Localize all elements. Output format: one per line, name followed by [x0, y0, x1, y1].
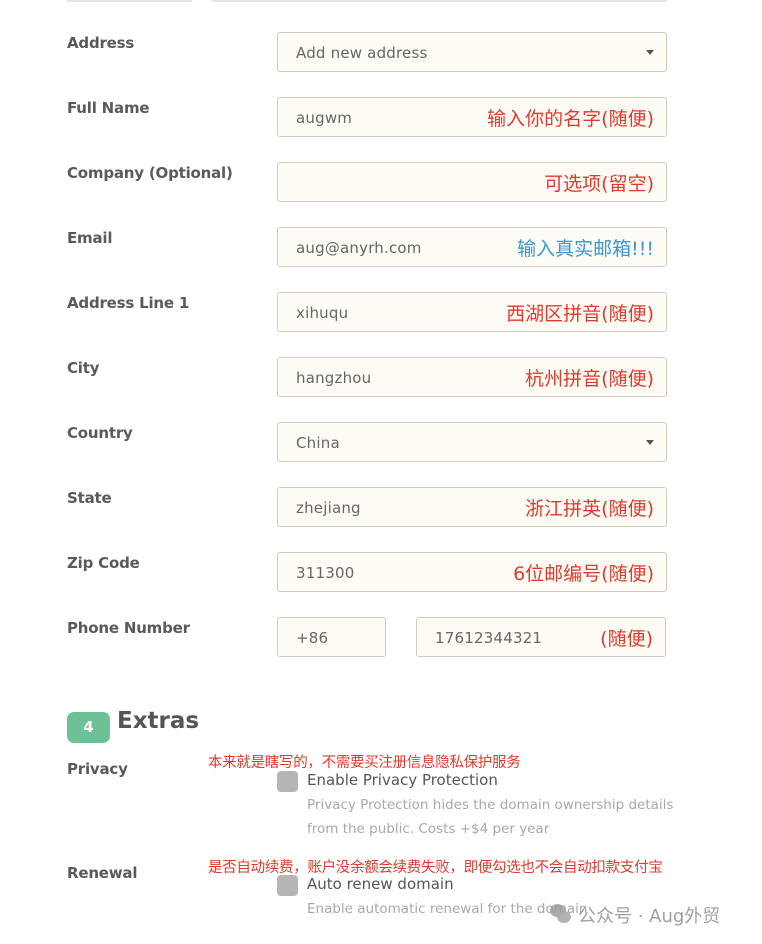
- phone-number-value: 17612344321: [435, 629, 543, 647]
- email-input[interactable]: aug@anyrh.com 输入真实邮箱!!!: [277, 227, 667, 267]
- chevron-down-icon: [646, 50, 654, 55]
- section-title: Extras: [117, 708, 200, 734]
- tab-edge-left: [67, 0, 192, 2]
- state-value: zhejiang: [296, 499, 361, 517]
- state-label: State: [67, 489, 112, 507]
- full-name-value: augwm: [296, 109, 353, 127]
- city-annotation: 杭州拼音(随便): [525, 368, 654, 390]
- city-label: City: [67, 359, 100, 377]
- address-line1-label: Address Line 1: [67, 294, 190, 312]
- phone-country-code-input[interactable]: +86: [277, 617, 386, 657]
- country-row: Country China: [0, 422, 762, 462]
- wechat-icon: [550, 904, 572, 924]
- full-name-row: Full Name augwm 输入你的名字(随便): [0, 97, 762, 137]
- chevron-down-icon: [646, 440, 654, 445]
- city-input[interactable]: hangzhou 杭州拼音(随便): [277, 357, 667, 397]
- full-name-input[interactable]: augwm 输入你的名字(随便): [277, 97, 667, 137]
- watermark-text: 公众号 · Aug外贸: [578, 906, 721, 927]
- country-label: Country: [67, 424, 133, 442]
- renewal-annotation: 是否自动续费，账户没余额会续费失败，即便勾选也不会自动扣款支付宝: [208, 860, 663, 876]
- privacy-help-line1: Privacy Protection hides the domain owne…: [307, 797, 674, 813]
- address-line1-annotation: 西湖区拼音(随便): [506, 303, 654, 325]
- privacy-help-line2: from the public. Costs +$4 per year: [307, 821, 550, 837]
- privacy-label: Privacy: [67, 760, 128, 778]
- full-name-annotation: 输入你的名字(随便): [487, 108, 654, 130]
- renewal-checkbox-label[interactable]: Auto renew domain: [307, 875, 454, 893]
- city-row: City hangzhou 杭州拼音(随便): [0, 357, 762, 397]
- address-row: Address Add new address: [0, 32, 762, 72]
- renewal-help-line1: Enable automatic renewal for the domain: [307, 901, 588, 917]
- renewal-label: Renewal: [67, 864, 138, 882]
- phone-row: Phone Number +86 17612344321 (随便): [0, 617, 762, 657]
- country-select[interactable]: China: [277, 422, 667, 462]
- email-value: aug@anyrh.com: [296, 239, 422, 257]
- country-select-value: China: [296, 434, 340, 452]
- address-label: Address: [67, 34, 135, 52]
- zip-row: Zip Code 311300 6位邮编号(随便): [0, 552, 762, 592]
- state-annotation: 浙江拼英(随便): [525, 498, 654, 520]
- address-select-value: Add new address: [296, 44, 428, 62]
- full-name-label: Full Name: [67, 99, 150, 117]
- address-line1-value: xihuqu: [296, 304, 349, 322]
- phone-code-value: +86: [296, 629, 329, 647]
- address-line1-input[interactable]: xihuqu 西湖区拼音(随便): [277, 292, 667, 332]
- phone-label: Phone Number: [67, 619, 190, 637]
- company-input[interactable]: 可选项(留空): [277, 162, 667, 202]
- renewal-checkbox[interactable]: [277, 875, 298, 896]
- tab-edge-right: [212, 0, 667, 2]
- company-row: Company (Optional) 可选项(留空): [0, 162, 762, 202]
- email-label: Email: [67, 229, 113, 247]
- zip-label: Zip Code: [67, 554, 140, 572]
- email-row: Email aug@anyrh.com 输入真实邮箱!!!: [0, 227, 762, 267]
- email-annotation: 输入真实邮箱!!!: [517, 238, 654, 260]
- zip-input[interactable]: 311300 6位邮编号(随便): [277, 552, 667, 592]
- step-badge: 4: [67, 712, 110, 743]
- company-label: Company (Optional): [67, 164, 233, 182]
- zip-value: 311300: [296, 564, 355, 582]
- phone-annotation: (随便): [600, 628, 653, 650]
- city-value: hangzhou: [296, 369, 372, 387]
- privacy-checkbox-label[interactable]: Enable Privacy Protection: [307, 771, 498, 789]
- address-line1-row: Address Line 1 xihuqu 西湖区拼音(随便): [0, 292, 762, 332]
- state-row: State zhejiang 浙江拼英(随便): [0, 487, 762, 527]
- privacy-annotation: 本来就是瞎写的，不需要买注册信息隐私保护服务: [208, 755, 521, 771]
- address-select[interactable]: Add new address: [277, 32, 667, 72]
- privacy-checkbox[interactable]: [277, 771, 298, 792]
- phone-number-input[interactable]: 17612344321 (随便): [416, 617, 666, 657]
- company-annotation: 可选项(留空): [544, 173, 654, 195]
- state-input[interactable]: zhejiang 浙江拼英(随便): [277, 487, 667, 527]
- zip-annotation: 6位邮编号(随便): [513, 563, 654, 585]
